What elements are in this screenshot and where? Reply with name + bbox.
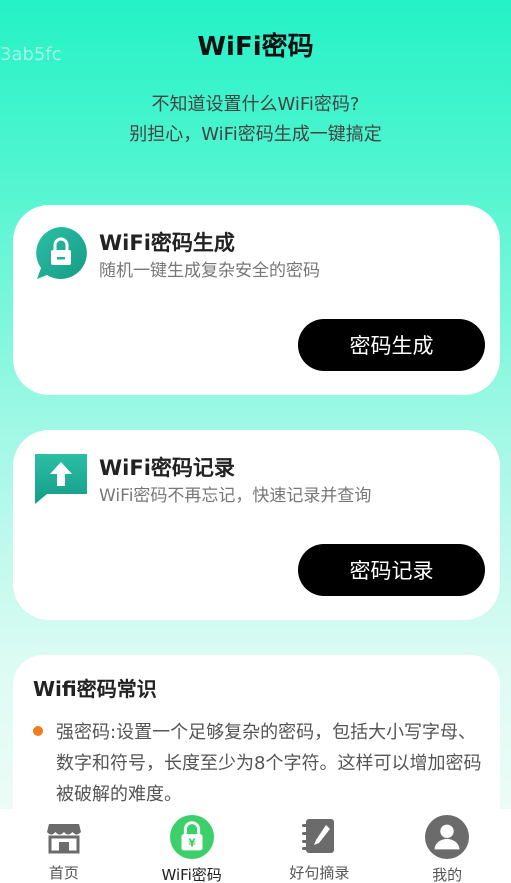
- tab-wifi-password[interactable]: ¥ WiFi密码: [137, 809, 247, 883]
- tips-title: Wifi密码常识: [33, 677, 157, 701]
- card-title: WiFi密码生成: [99, 231, 235, 255]
- lock-yen-icon: ¥: [169, 815, 214, 859]
- tab-label: WiFi密码: [161, 866, 222, 883]
- tab-mine[interactable]: 我的: [392, 809, 502, 883]
- shop-icon: [42, 815, 86, 857]
- card-description: WiFi密码不再忘记，快速记录并查询: [99, 486, 372, 506]
- page-title: WiFi密码: [197, 32, 314, 62]
- tips-text: 强密码:设置一个足够复杂的密码，包括大小写字母、数字和符号，长度至少为8个字符。…: [56, 722, 482, 805]
- bottom-tab-bar: 首页 ¥ WiFi密码 好句摘录 我的: [0, 809, 511, 883]
- card-title: WiFi密码记录: [99, 456, 235, 480]
- tab-label: 首页: [48, 864, 79, 882]
- upload-arrow-icon: [33, 450, 89, 506]
- tips-list-item: 强密码:设置一个足够复杂的密码，包括大小写字母、数字和符号，长度至少为8个字符。…: [33, 717, 483, 810]
- card-description: 随机一键生成复杂安全的密码: [99, 261, 320, 281]
- password-record-button[interactable]: 密码记录: [298, 544, 485, 596]
- tab-label: 好句摘录: [289, 864, 350, 882]
- password-record-card[interactable]: WiFi密码记录 WiFi密码不再忘记，快速记录并查询 密码记录: [13, 430, 500, 620]
- lock-chat-icon: [33, 225, 89, 281]
- user-icon: [425, 815, 470, 859]
- notebook-pen-icon: [297, 815, 341, 857]
- tab-home[interactable]: 首页: [9, 809, 119, 883]
- bullet-dot-icon: [33, 726, 43, 736]
- tab-quotes[interactable]: 好句摘录: [264, 809, 374, 883]
- subtitle-line-2: 别担心，WiFi密码生成一键搞定: [129, 124, 382, 145]
- password-generate-card[interactable]: WiFi密码生成 随机一键生成复杂安全的密码 密码生成: [13, 205, 500, 395]
- subtitle-line-1: 不知道设置什么WiFi密码?: [151, 94, 360, 115]
- generate-password-button[interactable]: 密码生成: [298, 319, 485, 371]
- svg-text:¥: ¥: [188, 838, 196, 850]
- tab-label: 我的: [432, 866, 463, 883]
- page-subtitle: 不知道设置什么WiFi密码? 别担心，WiFi密码生成一键搞定: [0, 90, 511, 150]
